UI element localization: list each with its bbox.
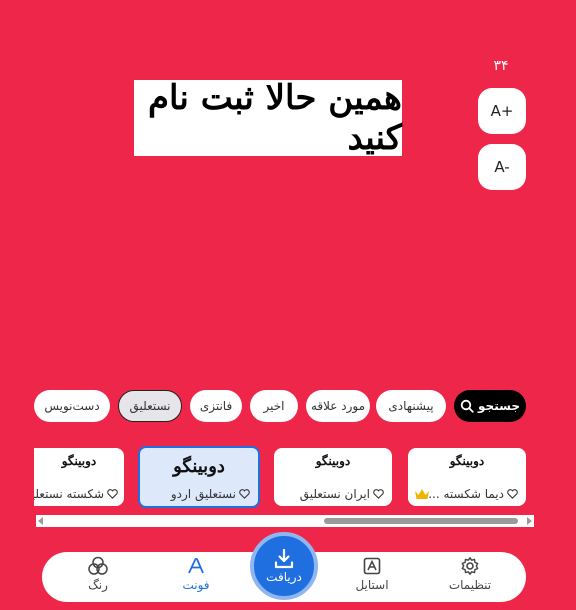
color-circles-icon xyxy=(88,556,108,575)
preview-box: همین حالا ثبت نام کنید xyxy=(134,78,402,158)
download-icon xyxy=(274,548,294,569)
font-card[interactable]: دوبینگو شکسته نستعلیق xyxy=(34,448,124,506)
chip-recent[interactable]: اخیر xyxy=(250,390,298,422)
nav-settings-label: تنظیمات xyxy=(448,578,492,592)
search-chip[interactable]: جستجو xyxy=(454,390,526,422)
font-icon xyxy=(188,558,204,574)
nav-style-label: استایل xyxy=(355,578,389,592)
heart-icon[interactable] xyxy=(107,489,118,499)
scroll-left-arrow-icon[interactable] xyxy=(38,517,43,525)
scrollbar-thumb[interactable] xyxy=(324,518,518,524)
font-name: ایران نستعلیق xyxy=(300,487,384,501)
font-card-selected[interactable]: دوبینگو نستعلیق اردو xyxy=(138,446,260,508)
download-button[interactable]: دریافت xyxy=(250,532,318,600)
crown-icon xyxy=(415,489,429,499)
chip-suggested[interactable]: پیشنهادی xyxy=(376,390,446,422)
chip-handwritten[interactable]: دست‌نویس xyxy=(34,390,110,422)
heart-icon[interactable] xyxy=(373,489,384,499)
nav-color[interactable]: رنگ xyxy=(58,556,138,600)
filter-chips: جستجو پیشنهادی مورد علاقه اخیر فانتزی نس… xyxy=(0,390,576,424)
search-chip-label: جستجو xyxy=(478,399,520,413)
font-card[interactable]: دوبینگو ایران نستعلیق xyxy=(274,448,392,506)
nav-settings[interactable]: تنظیمات xyxy=(430,556,510,600)
search-icon xyxy=(460,399,474,413)
gear-icon xyxy=(461,557,479,575)
font-size-count: ۳۴ xyxy=(493,58,509,74)
chip-nastaliq[interactable]: نستعلیق xyxy=(118,390,182,422)
increase-size-button[interactable]: A+ xyxy=(478,88,526,134)
scroll-right-arrow-icon[interactable] xyxy=(527,517,532,525)
font-sample: دوبینگو xyxy=(315,454,351,468)
decrease-size-button[interactable]: A- xyxy=(478,144,526,190)
heart-icon[interactable] xyxy=(239,489,250,499)
heart-icon[interactable] xyxy=(507,489,518,499)
font-sample: دوبینگو xyxy=(61,454,97,468)
style-icon xyxy=(363,557,381,575)
nav-font-label: فونت xyxy=(182,578,210,592)
chip-fantasy[interactable]: فانتزی xyxy=(190,390,242,422)
font-name: دیما شکسته ... xyxy=(428,487,518,501)
font-sample: دوبینگو xyxy=(173,456,225,477)
preview-text: همین حالا ثبت نام کنید xyxy=(148,78,402,158)
nav-font[interactable]: فونت xyxy=(156,556,236,600)
font-name: نستعلیق اردو xyxy=(171,487,250,501)
download-label: دریافت xyxy=(266,570,302,584)
font-card[interactable]: دوبینگو دیما شکسته ... xyxy=(408,448,526,506)
nav-color-label: رنگ xyxy=(88,578,108,592)
nav-style[interactable]: استایل xyxy=(332,556,412,600)
font-name: شکسته نستعلیق xyxy=(34,487,118,501)
chip-favorites[interactable]: مورد علاقه xyxy=(306,390,370,422)
font-sample: دوبینگو xyxy=(449,454,485,468)
font-list-scrollbar[interactable] xyxy=(36,515,534,527)
font-list: دوبینگو دیما شکسته ... دوبینگو ایران نست… xyxy=(0,446,576,512)
